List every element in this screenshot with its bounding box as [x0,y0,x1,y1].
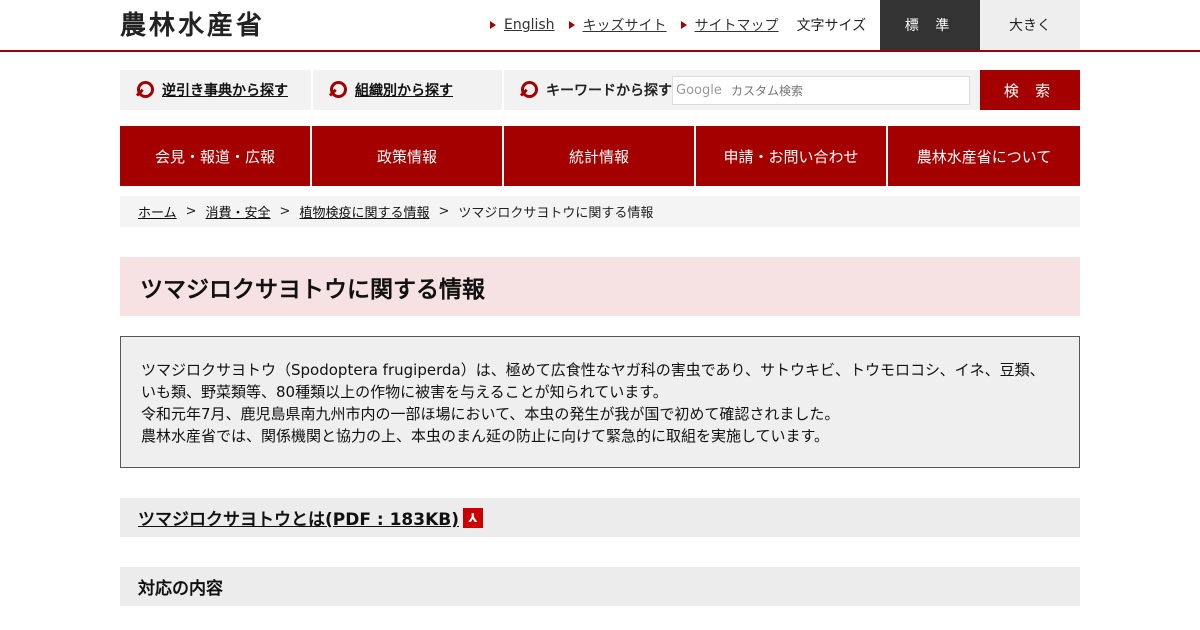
breadcrumb-separator: > [185,204,197,219]
breadcrumb-plant-quarantine[interactable]: 植物検疫に関する情報 [299,202,429,221]
breadcrumb-separator: > [438,204,450,219]
site-logo[interactable]: 農林水産省 [120,8,265,44]
search-icon [329,81,347,99]
breadcrumb: ホーム > 消費・安全 > 植物検疫に関する情報 > ツマジロクサヨトウに関する… [120,196,1080,227]
organization-search[interactable]: 組織別から探す [313,70,502,110]
font-size-label: 文字サイズ [796,18,867,34]
triangle-icon [680,21,687,29]
search-button[interactable]: 検 索 [980,70,1080,110]
english-link-label: English [504,17,555,33]
pdf-link[interactable]: ツマジロクサヨトウとは(PDF : 183KB) [138,505,459,530]
breadcrumb-consumption-safety[interactable]: 消費・安全 [206,202,271,221]
sitemap-link[interactable]: サイトマップ [680,15,779,35]
breadcrumb-current: ツマジロクサヨトウに関する情報 [458,206,654,221]
page-title: ツマジロクサヨトウに関する情報 [120,257,1080,316]
google-watermark: Google [676,83,722,98]
triangle-icon [490,21,496,29]
search-row: 逆引き事典から探す 組織別から探す キーワードから探す Google 検 索 [120,70,1080,110]
intro-paragraph: 令和元年7月、鹿児島県南九州市内の一部ほ場において、本虫の発生が我が国で初めて確… [141,405,840,423]
nav-statistics[interactable]: 統計情報 [504,126,694,186]
intro-box: ツマジロクサヨトウ（Spodoptera frugiperda）は、極めて広食性… [120,336,1080,468]
site-header: 農林水産省 English キッズサイト サイトマップ 文字サイズ 標 準 大き… [0,0,1200,52]
nav-policy[interactable]: 政策情報 [312,126,502,186]
pdf-icon: ⅄ [462,507,483,528]
kids-site-link-label: キッズサイト [582,18,667,34]
breadcrumb-home[interactable]: ホーム [138,202,177,221]
section-pdf: ツマジロクサヨトウとは(PDF : 183KB) ⅄ [120,498,1080,537]
reverse-dictionary-label: 逆引き事典から探す [162,83,288,99]
triangle-icon [568,21,575,29]
english-link[interactable]: English [490,17,555,33]
section-heading-response: 対応の内容 [120,567,1080,606]
global-nav: 会見・報道・広報 政策情報 統計情報 申請・お問い合わせ 農林水産省について [120,126,1080,186]
breadcrumb-separator: > [279,204,291,219]
kids-site-link[interactable]: キッズサイト [568,15,667,35]
keyword-search-label: キーワードから探す [546,83,672,99]
nav-press[interactable]: 会見・報道・広報 [120,126,310,186]
utility-links: English キッズサイト サイトマップ 文字サイズ [490,15,866,35]
sitemap-link-label: サイトマップ [694,18,779,34]
organization-search-label: 組織別から探す [355,83,453,99]
reverse-dictionary-search[interactable]: 逆引き事典から探す [120,70,311,110]
font-size-standard-button[interactable]: 標 準 [880,0,980,50]
intro-paragraph: ツマジロクサヨトウ（Spodoptera frugiperda）は、極めて広食性… [141,361,1045,401]
nav-about[interactable]: 農林水産省について [888,126,1080,186]
search-icon [136,81,154,99]
search-icon [520,81,538,99]
intro-paragraph: 農林水産省では、関係機関と協力の上、本虫のまん延の防止に向けて緊急的に取組を実施… [141,427,830,445]
font-size-large-button[interactable]: 大きく [980,0,1080,50]
nav-application[interactable]: 申請・お問い合わせ [696,126,886,186]
